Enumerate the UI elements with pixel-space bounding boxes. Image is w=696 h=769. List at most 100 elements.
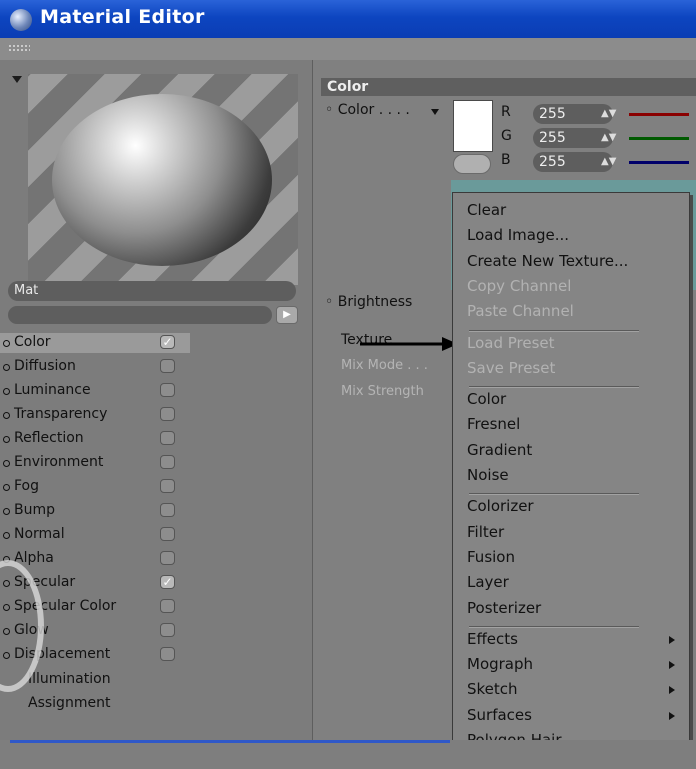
color-mode-arrow-icon[interactable] — [431, 109, 439, 115]
toolbar-grip-bar — [0, 38, 696, 61]
menu-separator — [469, 493, 639, 496]
channel-item[interactable]: Diffusion — [0, 356, 312, 378]
color-picker-button[interactable] — [453, 154, 491, 174]
window-title: Material Editor — [40, 6, 205, 28]
left-panel: Mat ▶ Color ✓ Diffusion Luminance Transparen… — [0, 60, 313, 740]
channel-item[interactable]: Displacement — [0, 644, 312, 666]
channel-checkbox[interactable] — [160, 359, 175, 373]
menu-item[interactable]: Gradient — [467, 441, 532, 459]
mix-mode-text: Mix Mode — [341, 358, 404, 373]
channel-checkbox[interactable] — [160, 383, 175, 397]
menu-item[interactable]: Paste Channel — [467, 302, 574, 320]
menu-item[interactable]: Noise — [467, 466, 509, 484]
channel-dot-icon — [3, 460, 10, 467]
channel-checkbox[interactable] — [160, 647, 175, 661]
menu-item[interactable]: Layer — [467, 573, 509, 591]
menu-item[interactable]: Surfaces — [467, 706, 532, 724]
green-slider[interactable] — [629, 137, 689, 140]
channel-label: Normal — [14, 526, 65, 542]
menu-item[interactable]: Load Preset — [467, 334, 555, 352]
menu-item[interactable]: Create New Texture... — [467, 252, 628, 270]
channel-item[interactable]: Transparency — [0, 404, 312, 426]
channel-dot-icon — [3, 340, 10, 347]
submenu-arrow-icon — [669, 661, 675, 670]
title-bar[interactable]: Material Editor — [0, 0, 696, 38]
channel-dot-icon — [3, 484, 10, 491]
channel-label: Diffusion — [14, 358, 76, 374]
material-info-field[interactable] — [8, 306, 272, 324]
menu-item[interactable]: Fresnel — [467, 415, 520, 433]
menu-item[interactable]: Copy Channel — [467, 277, 571, 295]
color-swatch[interactable] — [453, 100, 493, 152]
channel-checkbox[interactable] — [160, 431, 175, 445]
green-label: G — [501, 128, 512, 144]
menu-item[interactable]: Colorizer — [467, 497, 534, 515]
channel-checkbox[interactable] — [160, 527, 175, 541]
channel-label: Bump — [14, 502, 56, 518]
channel-item[interactable]: Color ✓ — [0, 332, 312, 354]
channel-item[interactable]: Environment — [0, 452, 312, 474]
status-strip — [0, 740, 696, 769]
submenu-arrow-icon — [669, 635, 675, 644]
red-spinner-icon[interactable]: ▲▼ — [601, 108, 616, 119]
channel-checkbox[interactable] — [160, 455, 175, 469]
channel-label: Environment — [14, 454, 104, 470]
color-label-text: Color — [337, 102, 375, 118]
channel-checkbox[interactable]: ✓ — [160, 335, 175, 349]
blue-label: B — [501, 152, 511, 168]
assignment-item[interactable]: Assignment — [28, 695, 110, 711]
menu-item[interactable]: Load Image... — [467, 226, 569, 244]
channel-checkbox[interactable] — [160, 479, 175, 493]
channel-item[interactable]: Fog — [0, 476, 312, 498]
channel-item[interactable]: Reflection — [0, 428, 312, 450]
blue-spinner-icon[interactable]: ▲▼ — [601, 156, 616, 167]
pointer-arrow-icon — [360, 337, 458, 351]
mix-strength-label: Mix Strength — [341, 384, 424, 399]
channel-dot-icon — [3, 532, 10, 539]
mix-mode-label: Mix Mode . . . — [341, 358, 428, 373]
menu-item[interactable]: Posterizer — [467, 599, 541, 617]
channel-checkbox[interactable] — [160, 599, 175, 613]
preview-sphere — [52, 94, 272, 266]
channel-item[interactable]: Normal — [0, 524, 312, 546]
channel-checkbox[interactable] — [160, 407, 175, 421]
menu-item[interactable]: Save Preset — [467, 359, 555, 377]
menu-item[interactable]: Fusion — [467, 548, 515, 566]
menu-item[interactable]: Mograph — [467, 655, 533, 673]
channel-item[interactable]: Alpha — [0, 548, 312, 570]
channel-checkbox[interactable]: ✓ — [160, 575, 175, 589]
channel-checkbox[interactable] — [160, 503, 175, 517]
red-label: R — [501, 104, 511, 120]
brightness-label-text: Brightness — [337, 294, 413, 310]
channel-label: Transparency — [14, 406, 108, 422]
channel-label: Fog — [14, 478, 40, 494]
material-play-button[interactable]: ▶ — [276, 306, 298, 324]
material-editor-icon — [10, 9, 32, 31]
channel-item[interactable]: Specular Color — [0, 596, 312, 618]
channel-label: Luminance — [14, 382, 91, 398]
channel-item[interactable]: Specular ✓ — [0, 572, 312, 594]
blue-slider[interactable] — [629, 161, 689, 164]
color-section-header: Color — [321, 78, 696, 96]
channel-item[interactable]: Glow — [0, 620, 312, 642]
green-spinner-icon[interactable]: ▲▼ — [601, 132, 616, 143]
menu-item[interactable]: Sketch — [467, 680, 518, 698]
submenu-arrow-icon — [669, 686, 675, 695]
material-preview[interactable] — [28, 74, 298, 285]
menu-item[interactable]: Effects — [467, 630, 518, 648]
menu-item[interactable]: Color — [467, 390, 506, 408]
channel-label: Color — [14, 334, 51, 350]
menu-item[interactable]: Filter — [467, 523, 504, 541]
channel-dot-icon — [3, 364, 10, 371]
grip-icon[interactable] — [8, 44, 30, 52]
channel-checkbox[interactable] — [160, 623, 175, 637]
menu-item[interactable]: Clear — [467, 201, 506, 219]
preview-menu-arrow-icon[interactable] — [12, 76, 22, 83]
brightness-label: ◦ Brightness — [325, 294, 413, 310]
channel-checkbox[interactable] — [160, 551, 175, 565]
red-slider[interactable] — [629, 113, 689, 116]
illumination-item[interactable]: Illumination — [28, 671, 111, 687]
channel-item[interactable]: Luminance — [0, 380, 312, 402]
channel-item[interactable]: Bump — [0, 500, 312, 522]
material-name-field[interactable]: Mat — [8, 281, 296, 301]
